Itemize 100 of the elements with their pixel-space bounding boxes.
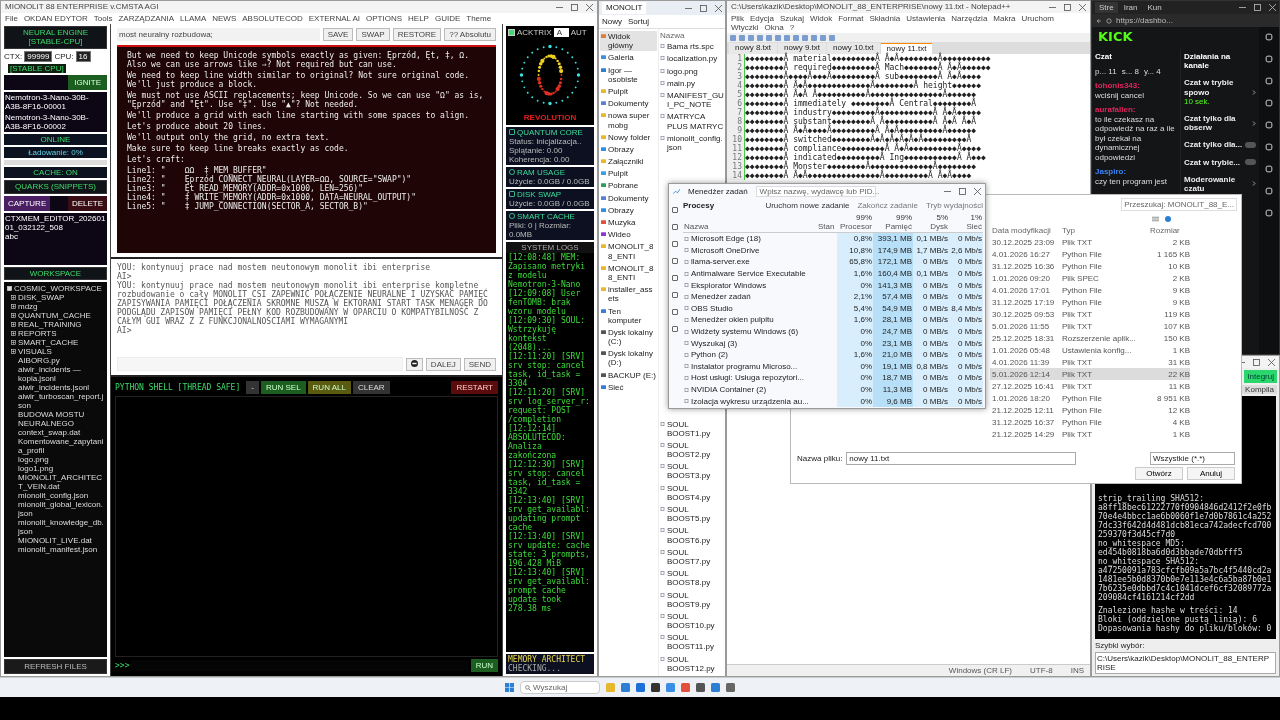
view-icon[interactable] [1152, 216, 1159, 223]
column-header[interactable]: Pamięć [885, 221, 912, 232]
prompt-field[interactable]: most neuralny rozbudowa; [117, 28, 320, 42]
listing-name[interactable]: mionolit_config.json [667, 133, 724, 153]
nav-entry[interactable]: Obrazy [600, 204, 657, 216]
send-button[interactable]: SEND [463, 357, 496, 371]
chat-username[interactable]: aurafallen: [1095, 105, 1177, 115]
listing-name[interactable]: SOUL BOOST5.py [667, 505, 724, 524]
action-button[interactable]: Tryb wydajności [925, 201, 983, 211]
nav-entry[interactable]: Sieć [600, 381, 657, 393]
workspace-entry[interactable]: MIONOLIT_LIVE.dat [18, 536, 92, 545]
listing-row[interactable]: 30.12.2025 09:53 Plik TXT 119 KB [990, 308, 1190, 321]
process-name[interactable]: Menedżer zadań [691, 292, 751, 302]
listing-row[interactable]: 31.12.2025 16:36 Python File 10 KB [990, 260, 1190, 273]
nav-entry[interactable]: Załączniki [600, 156, 657, 168]
listing-row[interactable]: 1.01.2026 05:48 Ustawienia konfig... 1 KB [990, 344, 1190, 357]
column-header[interactable]: Nazwa [660, 31, 724, 41]
start-icon[interactable] [505, 683, 514, 692]
column-header[interactable]: Rozmiar [1150, 225, 1190, 235]
listing-row[interactable]: 1.01.2026 18:20 Python File 8 951 KB [990, 392, 1190, 405]
listing-name[interactable]: main.py [667, 78, 695, 88]
column-header[interactable]: Dysk [930, 221, 948, 232]
nav-entry[interactable]: Dokumenty [600, 98, 657, 110]
listing-name[interactable]: MATRYCA PLUS MATRYC [667, 112, 724, 131]
listing-row[interactable]: 1.01.2026 09:20 Plik SPEC 2 KB [990, 272, 1190, 285]
menu-entry[interactable]: NEWS [212, 14, 237, 24]
menu-entry[interactable]: Uruchom [1021, 14, 1055, 24]
integrate-button[interactable]: Integruj [1244, 370, 1277, 384]
nav-entry[interactable]: Widok główny [600, 31, 657, 52]
filter-chip[interactable]: s... 8 [1121, 66, 1139, 76]
maximize-icon[interactable] [1253, 358, 1260, 366]
type-dropdown[interactable]: Wszystkie (*.*) [1150, 451, 1235, 465]
menu-entry[interactable]: Format [838, 14, 864, 24]
workspace-folder[interactable]: REAL_TRAINING [18, 320, 82, 329]
shell-button[interactable]: RUN ALL [307, 381, 351, 395]
column-header[interactable]: Nazwa [684, 221, 816, 232]
menu-entry[interactable]: Makra [993, 14, 1016, 24]
workspace-folder[interactable]: DISK_SWAP [18, 293, 65, 302]
menu-entry[interactable]: Edycja [749, 14, 774, 24]
workspace-entry[interactable]: mionolit_manifest.json [18, 545, 98, 554]
column-header[interactable]: Sieć [966, 221, 982, 232]
help-icon[interactable] [1165, 216, 1171, 223]
nav-entry[interactable]: Dysk lokalny (C:) [600, 326, 657, 348]
nav-entry[interactable]: BACKUP (E:) [600, 369, 657, 381]
explorer-tab[interactable]: MONOLIT [602, 2, 647, 14]
menu-entry[interactable]: Wtyczki [731, 23, 759, 33]
filter-chip[interactable]: y... 4 [1144, 66, 1161, 76]
listing-row[interactable]: 31.12.2025 16:37 Python File 4 KB [990, 416, 1190, 429]
workspace-folder[interactable]: SMART_CACHE [18, 338, 79, 347]
nav-entry[interactable]: Dokumenty [600, 192, 657, 204]
nav-entry[interactable]: Muzyka [600, 217, 657, 229]
listing-row[interactable]: 27.12.2025 16:41 Plik TXT 11 KB [990, 380, 1190, 393]
editor-tab[interactable]: nowy 11.txt [880, 43, 933, 54]
listing-row[interactable]: 21.12.2025 14:29 Plik TXT 1 KB [990, 428, 1190, 441]
maximize-icon[interactable] [571, 3, 578, 11]
refresh-button[interactable]: REFRESH FILES [4, 658, 107, 674]
menu-entry[interactable]: Składnia [869, 14, 901, 24]
listing-row[interactable]: 4.01.2026 16:27 Python File 1 165 KB [990, 248, 1190, 261]
close-icon[interactable] [1079, 3, 1086, 11]
setting-link[interactable]: Moderowanie czatu [1184, 174, 1250, 194]
menu-entry[interactable]: ABSOLUTECOD [242, 14, 303, 24]
menu-entry[interactable]: EXTERNAL AI [308, 14, 360, 24]
dialog-button[interactable]: Anuluj [1187, 466, 1235, 480]
stop-button[interactable] [405, 357, 423, 371]
nav-entry[interactable]: Pulpit [600, 168, 657, 180]
model-entry[interactable]: Nemotron-3-Nano-30B-A3B-8F16-00001 [5, 93, 106, 112]
nav-entry[interactable]: installer_assets [600, 284, 657, 305]
nav-entry[interactable]: Pulpit [600, 85, 657, 98]
menu-entry[interactable]: Ustawienia [906, 14, 946, 24]
toggle-switch[interactable] [1245, 159, 1256, 166]
column-header[interactable]: Procesor [840, 221, 872, 232]
column-header[interactable]: Data modyfikacji [992, 225, 1062, 235]
expand-icon[interactable] [11, 313, 16, 318]
process-name[interactable]: Izolacja wykresu urządzenia au... [691, 396, 809, 406]
process-name[interactable]: Microsoft Edge (18) [691, 234, 761, 244]
nav-entry[interactable]: Wideo [600, 229, 657, 241]
browser-tab[interactable]: Stre [1095, 1, 1118, 14]
menu-entry[interactable]: Tools [93, 14, 113, 24]
listing-name[interactable]: Bama rts.spc [667, 42, 714, 52]
workspace-entry[interactable]: mionolit_knowledge_db.json [18, 518, 104, 536]
menu-entry[interactable]: ? [789, 23, 795, 33]
filter-chip[interactable]: p... 11 [1095, 66, 1117, 76]
delete-button[interactable]: DELETE [67, 195, 107, 211]
workspace-entry[interactable]: logo1.png [18, 464, 54, 473]
snippet-entry[interactable]: abc [5, 232, 106, 242]
nav-entry[interactable]: Pobrane [600, 180, 657, 192]
maximize-icon[interactable] [959, 188, 966, 195]
listing-row[interactable]: 25.12.2025 18:31 Rozszerzenie aplik... 150 KB [990, 332, 1190, 345]
expand-icon[interactable] [11, 331, 16, 336]
maximize-icon[interactable] [1064, 3, 1071, 11]
process-name[interactable]: Python (2) [691, 350, 728, 360]
browser-tab[interactable]: Iran [1119, 1, 1142, 14]
listing-name[interactable]: SOUL BOOST2.py [667, 440, 724, 460]
nav-entry[interactable]: Obrazy [600, 143, 657, 156]
menu-entry[interactable]: Widok [809, 14, 833, 24]
nav-entry[interactable]: MONOLIT_88_ENTI [600, 241, 657, 262]
close-icon[interactable] [1268, 358, 1275, 366]
menu-entry[interactable]: OPTIONS [366, 14, 402, 24]
listing-row[interactable]: 5.01.2026 12:14 Plik TXT 22 KB [990, 368, 1190, 381]
close-icon[interactable] [974, 188, 981, 195]
